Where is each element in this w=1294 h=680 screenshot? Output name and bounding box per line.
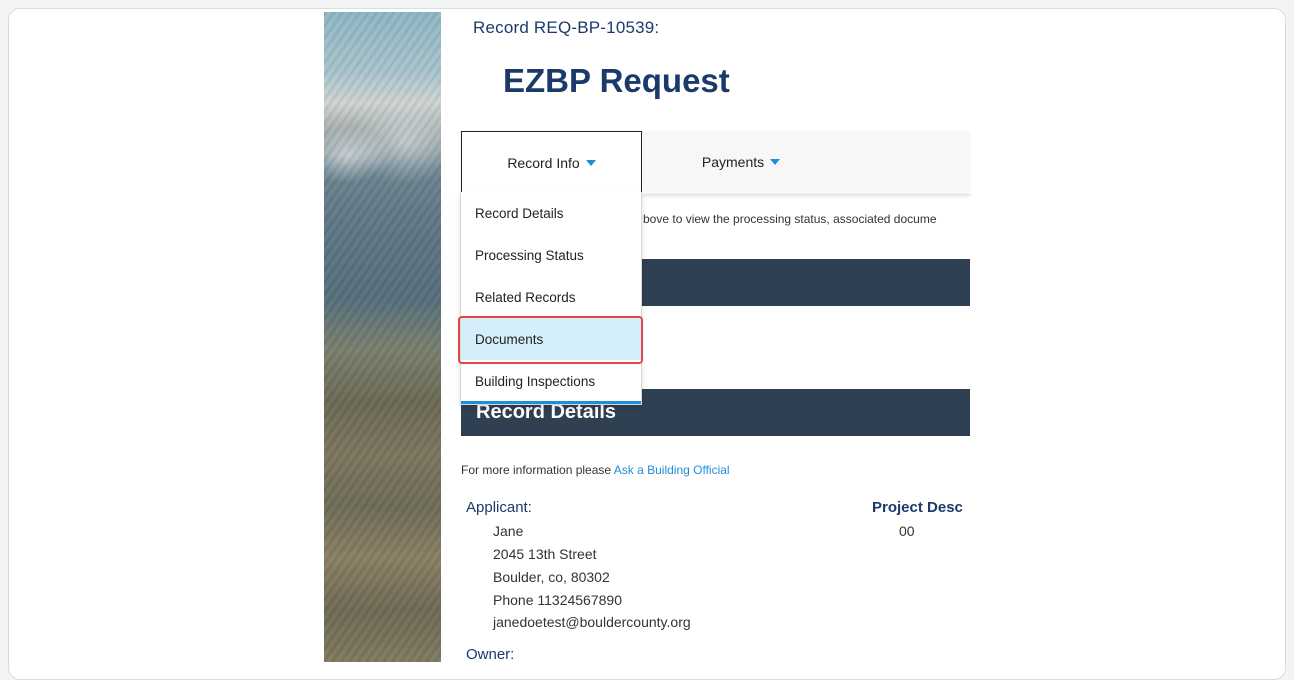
tab-payments[interactable]: Payments: [661, 131, 821, 192]
menu-item-building-inspections[interactable]: Building Inspections: [461, 360, 641, 402]
record-info-dropdown-menu: Record Details Processing Status Related…: [460, 192, 642, 405]
record-page: Record REQ-BP-10539: EZBP Request Record…: [453, 0, 973, 666]
page-title: EZBP Request: [503, 62, 730, 99]
menu-item-processing-status[interactable]: Processing Status: [461, 234, 641, 276]
more-info-line: For more information please Ask a Buildi…: [461, 463, 730, 477]
caret-down-icon: [770, 158, 781, 165]
applicant-phone: Phone 11324567890: [493, 592, 622, 608]
applicant-name: Jane: [493, 523, 524, 539]
hint-text: bove to view the processing status, asso…: [643, 212, 937, 226]
tab-payments-label: Payments: [701, 153, 765, 170]
menu-item-related-records[interactable]: Related Records: [461, 276, 641, 318]
mountain-background-image: [324, 12, 441, 662]
menu-item-record-details[interactable]: Record Details: [461, 192, 641, 234]
ask-building-official-link[interactable]: Ask a Building Official: [614, 463, 730, 477]
tab-record-info-label: Record Info: [507, 154, 580, 171]
tab-record-info[interactable]: Record Info: [461, 131, 642, 193]
project-description-value: 00: [899, 523, 915, 539]
record-id-heading: Record REQ-BP-10539:: [473, 18, 660, 37]
applicant-email: janedoetest@bouldercounty.org: [493, 614, 691, 630]
applicant-street: 2045 13th Street: [493, 546, 597, 562]
owner-label: Owner:: [466, 646, 515, 663]
caret-down-icon: [585, 159, 596, 166]
applicant-city: Boulder, co, 80302: [493, 569, 610, 585]
project-description-label: Project Desc: [872, 499, 963, 516]
more-info-text: For more information please: [461, 463, 614, 477]
record-tab-bar: Record Info Payments: [461, 131, 970, 195]
menu-item-documents[interactable]: Documents: [461, 318, 641, 360]
applicant-label: Applicant:: [466, 499, 532, 516]
